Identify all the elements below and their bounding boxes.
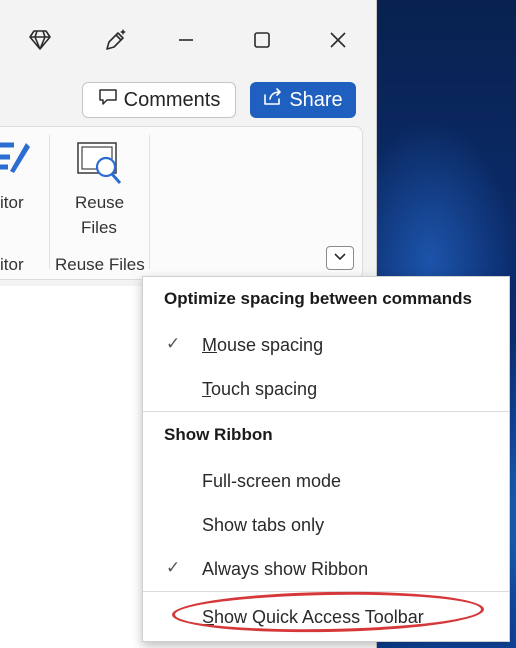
menu-item-label: ouse spacing <box>217 335 324 355</box>
ribbon: itor itor Reuse Files Reuse Files <box>0 126 363 280</box>
menu-item-label: how Quick Access Toolbar <box>214 607 424 627</box>
menu-heading-show-ribbon: Show Ribbon <box>164 425 273 444</box>
access-key: M <box>202 335 217 355</box>
reuse-files-group-label: Reuse Files <box>55 255 145 274</box>
menu-item-label: Full-screen mode <box>202 471 342 491</box>
menu-item-touch-spacing[interactable]: Touch spacing <box>143 371 509 407</box>
reuse-files-label-line1[interactable]: Reuse <box>75 193 124 213</box>
group-separator <box>49 135 50 269</box>
chevron-down-icon <box>333 249 347 267</box>
pen-sparkle-icon[interactable] <box>96 20 136 60</box>
checkmark-icon: ✓ <box>166 558 181 577</box>
editor-group-label: itor <box>0 255 24 274</box>
menu-divider <box>143 591 509 592</box>
menu-heading-spacing: Optimize spacing between commands <box>164 289 472 308</box>
diamond-icon[interactable] <box>20 20 60 60</box>
menu-item-show-tabs-only[interactable]: Show tabs only <box>143 507 509 543</box>
access-key: S <box>202 607 215 627</box>
editor-icon[interactable] <box>0 135 30 184</box>
comments-label: Comments <box>123 88 221 111</box>
group-separator <box>149 135 150 269</box>
comments-button[interactable]: Comments <box>82 82 236 118</box>
menu-item-label: Always show Ribbon <box>202 559 369 579</box>
menu-item-label: Show tabs only <box>202 515 325 535</box>
menu-item-show-quick-access-toolbar[interactable]: Show Quick Access Toolbar <box>143 599 509 635</box>
title-bar <box>0 0 376 76</box>
share-label: Share <box>289 88 343 111</box>
menu-item-full-screen-mode[interactable]: Full-screen mode <box>143 463 509 499</box>
minimize-icon[interactable] <box>166 20 206 60</box>
menu-divider <box>143 411 509 412</box>
maximize-icon[interactable] <box>242 20 282 60</box>
share-button[interactable]: Share <box>250 82 356 118</box>
menu-item-always-show-ribbon[interactable]: ✓ Always show Ribbon <box>143 551 509 587</box>
ribbon-display-options-menu: Optimize spacing between commands ✓ Mous… <box>142 276 510 642</box>
comment-icon <box>98 88 118 112</box>
ribbon-display-options-button[interactable] <box>326 246 354 270</box>
reuse-files-icon[interactable] <box>76 141 124 192</box>
access-key: T <box>202 379 211 399</box>
checkmark-icon: ✓ <box>166 334 181 353</box>
menu-item-label: ouch spacing <box>211 379 318 399</box>
share-icon <box>263 88 283 112</box>
editor-button-label[interactable]: itor <box>0 193 24 213</box>
menu-item-mouse-spacing[interactable]: ✓ Mouse spacing <box>143 327 509 363</box>
reuse-files-label-line2[interactable]: Files <box>81 218 117 238</box>
close-icon[interactable] <box>318 20 358 60</box>
